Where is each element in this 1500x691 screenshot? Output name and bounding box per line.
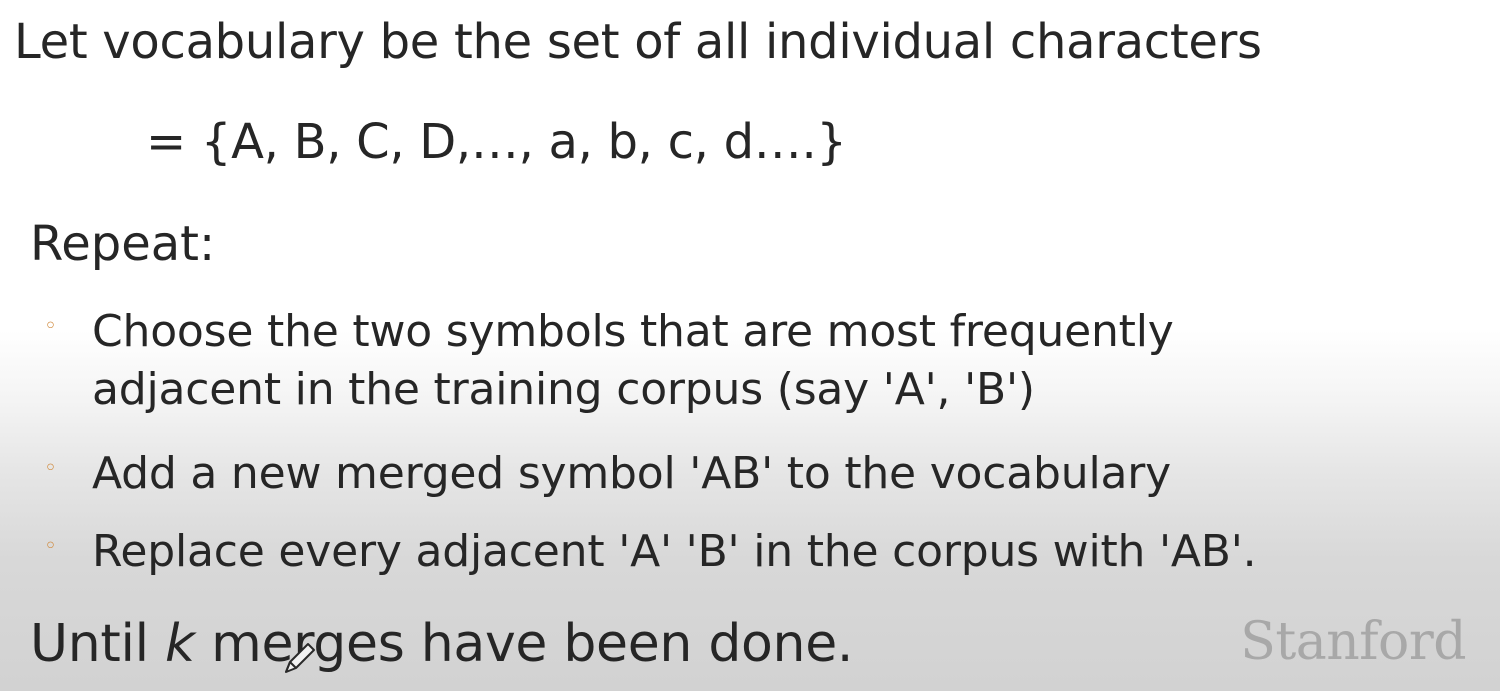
bullet-text-line: adjacent in the training corpus (say 'A'… bbox=[92, 363, 1035, 415]
bullet-text: Add a new merged symbol 'AB' to the voca… bbox=[92, 442, 1171, 506]
until-variable: k bbox=[165, 614, 195, 674]
vocabulary-set: = {A, B, C, D,…, a, b, c, d….} bbox=[146, 114, 847, 170]
bullet-text-line: Add a new merged symbol 'AB' to the voca… bbox=[92, 448, 1171, 499]
bullet-marker-icon: ◦ bbox=[44, 534, 57, 559]
bullet-text: Choose the two symbols that are most fre… bbox=[92, 300, 1174, 422]
bullet-text: Replace every adjacent 'A' 'B' in the co… bbox=[92, 520, 1257, 584]
vocabulary-intro: Let vocabulary be the set of all individ… bbox=[14, 14, 1262, 70]
bullet-text-line: Choose the two symbols that are most fre… bbox=[92, 306, 1174, 357]
bullet-text-line: Replace every adjacent 'A' 'B' in the co… bbox=[92, 526, 1257, 577]
pen-cursor-icon bbox=[285, 643, 315, 673]
bullet-marker-icon: ◦ bbox=[44, 314, 57, 339]
stanford-logo: Stanford bbox=[1240, 612, 1466, 672]
until-prefix: Until bbox=[30, 614, 166, 674]
until-condition: Until k merges have been done. bbox=[30, 618, 853, 670]
bullet-marker-icon: ◦ bbox=[44, 456, 57, 481]
repeat-heading: Repeat: bbox=[30, 216, 216, 272]
